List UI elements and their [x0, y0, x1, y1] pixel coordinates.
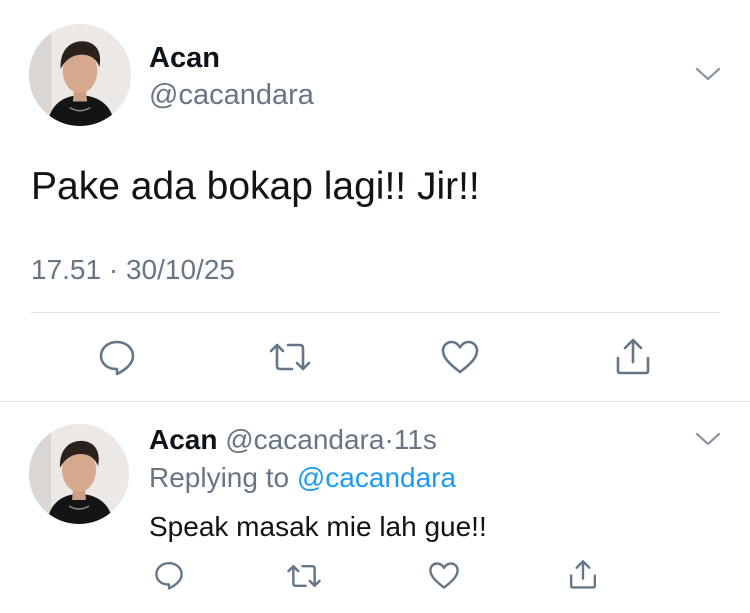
tweet-date: 30/10/25 [125, 254, 235, 285]
heart-icon[interactable] [428, 561, 460, 590]
section-divider [0, 401, 750, 402]
avatar[interactable] [29, 24, 131, 126]
author-name[interactable]: Acan [149, 424, 217, 455]
tweet-time: 17.51 [31, 254, 102, 285]
chevron-down-icon[interactable] [694, 65, 722, 83]
reply-text: Speak masak mie lah gue!! [149, 511, 487, 542]
divider [31, 312, 720, 313]
avatar-photo [29, 24, 131, 126]
tweet-timestamp: 17.51 · 30/10/25 [31, 253, 235, 287]
header-separator: · [384, 424, 394, 455]
share-icon[interactable] [614, 336, 652, 376]
retweet-icon[interactable] [268, 340, 312, 374]
author-handle[interactable]: @cacandara [225, 424, 384, 455]
reply-age: 11s [393, 424, 437, 455]
avatar-photo [29, 424, 129, 524]
replying-to-handle[interactable]: @cacandara [297, 462, 456, 493]
author-handle[interactable]: @cacandara [149, 78, 314, 112]
timestamp-separator: · [108, 254, 119, 285]
replying-to: Replying to @cacandara [149, 461, 456, 495]
reply-header: Acan @cacandara·11s [149, 423, 437, 457]
avatar[interactable] [29, 424, 129, 524]
reply-icon[interactable] [98, 338, 136, 376]
tweet-text: Pake ada bokap lagi!! Jir!! [31, 165, 480, 208]
retweet-icon[interactable] [286, 562, 322, 590]
chevron-down-icon[interactable] [694, 430, 722, 448]
heart-icon[interactable] [440, 339, 480, 375]
author-name[interactable]: Acan [149, 41, 220, 75]
reply-icon[interactable] [154, 560, 184, 590]
replying-to-label: Replying to [149, 462, 290, 493]
share-icon[interactable] [568, 558, 598, 590]
